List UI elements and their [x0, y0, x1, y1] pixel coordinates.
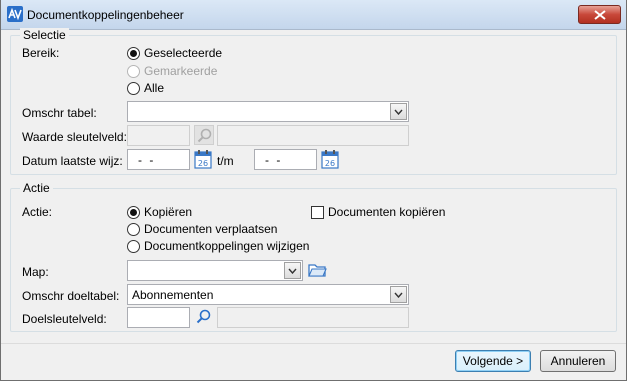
- title-bar: Documentkoppelingenbeheer: [1, 0, 626, 30]
- datum-tot-input[interactable]: - -: [254, 149, 317, 170]
- svg-text:26: 26: [325, 159, 335, 168]
- actie-legend: Actie: [20, 181, 53, 195]
- selectie-group: Selectie Bereik: Geselecteerde Gemarkeer…: [10, 28, 617, 175]
- radio-wijzigen[interactable]: Documentkoppelingen wijzigen: [127, 239, 309, 253]
- radio-kopieren[interactable]: Kopiëren: [127, 205, 192, 219]
- dialog-window: Documentkoppelingenbeheer Selectie Berei…: [0, 0, 627, 381]
- omschr-tabel-label: Omschr tabel:: [22, 106, 97, 120]
- app-logo-icon: [7, 6, 23, 22]
- selectie-legend: Selectie: [20, 28, 69, 42]
- map-dropdown-button[interactable]: [284, 262, 301, 279]
- radio-wijzigen-label: Documentkoppelingen wijzigen: [144, 239, 310, 253]
- omschr-doeltabel-value: Abonnementen: [132, 288, 214, 302]
- omschr-tabel-select[interactable]: [127, 101, 409, 122]
- omschr-doeltabel-label: Omschr doeltabel:: [22, 289, 120, 303]
- radio-geselecteerde-label: Geselecteerde: [144, 46, 223, 60]
- map-label: Map:: [22, 265, 49, 279]
- radio-alle[interactable]: Alle: [127, 81, 164, 95]
- map-select[interactable]: [127, 260, 303, 281]
- omschr-doeltabel-select[interactable]: Abonnementen: [127, 284, 409, 305]
- waarde-sleutelveld-label: Waarde sleutelveld:: [22, 130, 127, 144]
- radio-gemarkeerde-label: Gemarkeerde: [144, 64, 218, 78]
- radio-geselecteerde-indicator[interactable]: [127, 46, 140, 60]
- doelsleutelveld-omschrijving: [217, 307, 409, 328]
- search-icon: [196, 309, 211, 324]
- waarde-search-button: [194, 125, 214, 145]
- radio-verplaatsen-label: Documenten verplaatsen: [144, 222, 278, 236]
- datum-van-input[interactable]: - -: [127, 149, 190, 170]
- radio-gemarkeerde-indicator: [127, 64, 140, 78]
- waarde-omschrijving-input: [217, 125, 409, 146]
- tm-label: t/m: [217, 154, 234, 168]
- datum-van-calendar-button[interactable]: 26: [194, 149, 214, 169]
- chevron-down-icon: [394, 109, 403, 115]
- datum-tot-calendar-button[interactable]: 26: [321, 149, 341, 169]
- doelsleutelveld-search-button[interactable]: [194, 307, 214, 327]
- close-button[interactable]: [578, 5, 621, 24]
- datum-van-value: - -: [138, 153, 156, 167]
- bereik-label: Bereik:: [22, 46, 60, 60]
- doelsleutelveld-input[interactable]: [127, 307, 190, 328]
- radio-verplaatsen-indicator[interactable]: [127, 222, 140, 236]
- datum-label: Datum laatste wijz:: [22, 154, 123, 168]
- search-icon: [197, 128, 212, 143]
- omschr-doeltabel-dropdown-button[interactable]: [390, 286, 407, 303]
- waarde-sleutelveld-input: [127, 125, 190, 146]
- documenten-kopieren-label: Documenten kopiëren: [328, 205, 446, 219]
- radio-wijzigen-indicator[interactable]: [127, 239, 140, 253]
- footer-divider: [1, 343, 626, 344]
- datum-tot-value: - -: [265, 153, 283, 167]
- documenten-kopieren-box[interactable]: [311, 205, 324, 219]
- close-icon: [594, 10, 606, 20]
- radio-kopieren-label: Kopiëren: [144, 205, 193, 219]
- radio-geselecteerde[interactable]: Geselecteerde: [127, 46, 222, 60]
- annuleren-button[interactable]: Annuleren: [540, 350, 616, 372]
- radio-verplaatsen[interactable]: Documenten verplaatsen: [127, 222, 277, 236]
- map-browse-button[interactable]: [307, 260, 327, 280]
- radio-gemarkeerde: Gemarkeerde: [127, 64, 217, 78]
- radio-alle-label: Alle: [144, 81, 165, 95]
- radio-kopieren-indicator[interactable]: [127, 205, 140, 219]
- calendar-icon: 26: [321, 150, 339, 169]
- chevron-down-icon: [394, 292, 403, 298]
- volgende-button[interactable]: Volgende >: [455, 350, 531, 372]
- folder-icon: [308, 264, 327, 277]
- radio-alle-indicator[interactable]: [127, 81, 140, 95]
- calendar-icon: 26: [194, 150, 212, 169]
- actie-label: Actie:: [22, 205, 53, 219]
- actie-group: Actie Actie: Kopiëren Documenten verplaa…: [10, 181, 617, 332]
- window-title: Documentkoppelingenbeheer: [27, 8, 184, 22]
- omschr-tabel-dropdown-button[interactable]: [390, 103, 407, 120]
- svg-text:26: 26: [198, 159, 208, 168]
- doelsleutelveld-label: Doelsleutelveld:: [22, 312, 107, 326]
- chevron-down-icon: [288, 268, 297, 274]
- documenten-kopieren-checkbox[interactable]: Documenten kopiëren: [311, 205, 445, 219]
